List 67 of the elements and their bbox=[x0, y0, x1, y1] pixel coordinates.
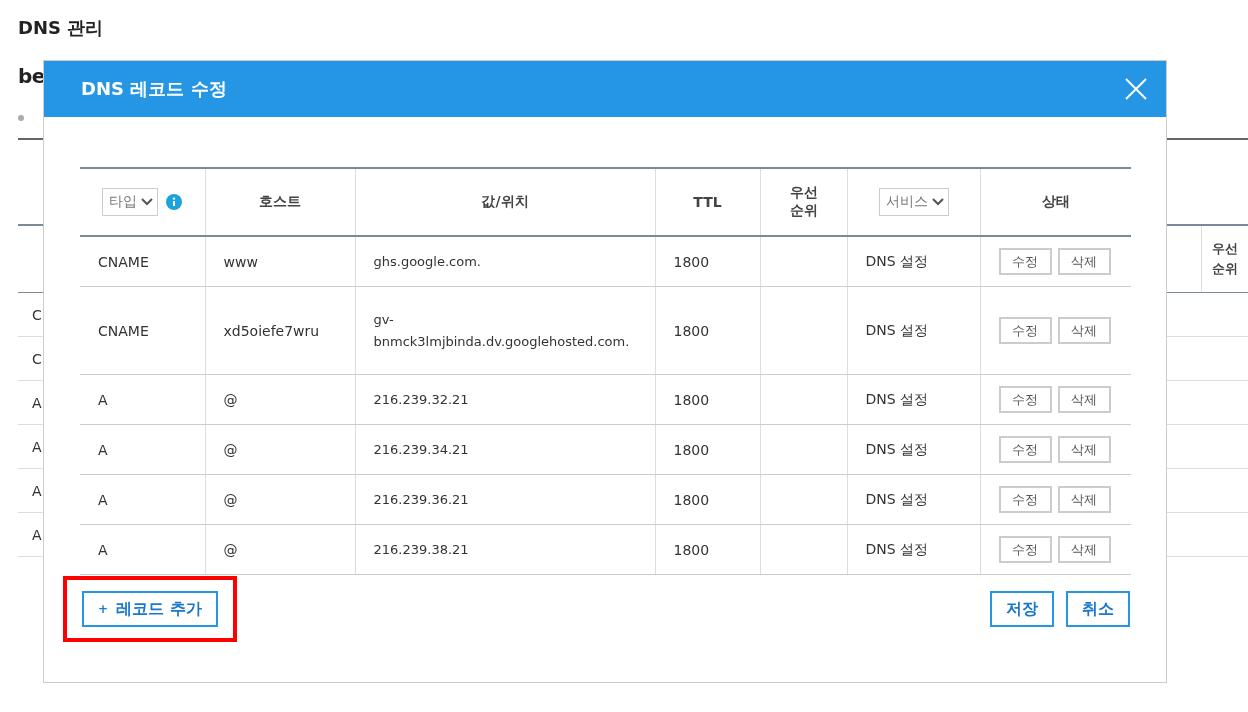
delete-button[interactable]: 삭제 bbox=[1057, 536, 1111, 563]
table-cell-text: A bbox=[31, 526, 42, 543]
cancel-button[interactable]: 취소 bbox=[1066, 591, 1130, 627]
table-cell: DNS 설정 bbox=[865, 490, 929, 507]
table-cell-text: ghs.google.com. bbox=[373, 252, 482, 271]
table-cell-text: C bbox=[31, 306, 42, 323]
page-title: DNS 관리 bbox=[18, 16, 105, 40]
table-cell: 1800 bbox=[673, 491, 710, 508]
table-cell: DNS 설정 bbox=[865, 321, 929, 338]
add-record-button[interactable]: + 레코드 추가 bbox=[82, 591, 218, 627]
filter-select[interactable]: 타입 bbox=[102, 188, 159, 216]
table-cell: 1800 bbox=[673, 391, 710, 408]
table-cell-text: C bbox=[31, 350, 42, 367]
table-cell: A bbox=[98, 441, 108, 458]
table-cell: DNS 설정 bbox=[865, 390, 929, 407]
table-cell-text: 216.239.34.21 bbox=[373, 440, 470, 459]
edit-button[interactable]: 수정 bbox=[998, 248, 1052, 275]
column-header: 우선 순위 bbox=[1201, 226, 1248, 292]
delete-button[interactable]: 삭제 bbox=[1057, 486, 1111, 513]
table-cell: 1800 bbox=[673, 253, 710, 270]
bullet-icon bbox=[18, 115, 24, 121]
table-cell: 1800 bbox=[673, 441, 710, 458]
table-cell: DNS 설정 bbox=[865, 540, 929, 557]
table-cell: @ bbox=[223, 541, 238, 558]
column-header: 우선 순위 bbox=[788, 184, 819, 220]
edit-button[interactable]: 수정 bbox=[998, 317, 1052, 344]
chevron-down-icon bbox=[931, 198, 944, 206]
table-cell: CNAME bbox=[98, 253, 149, 270]
table-cell: A bbox=[98, 541, 108, 558]
delete-button[interactable]: 삭제 bbox=[1057, 317, 1111, 344]
table-cell: A bbox=[98, 491, 108, 508]
column-header: 호스트 bbox=[259, 193, 301, 211]
table-cell: www bbox=[223, 253, 258, 270]
table-cell: @ bbox=[223, 391, 238, 408]
table-cell: A bbox=[98, 391, 108, 408]
table-cell: DNS 설정 bbox=[865, 440, 929, 457]
filter-select[interactable]: 서비스 bbox=[878, 188, 949, 216]
edit-button[interactable]: 수정 bbox=[998, 536, 1052, 563]
chevron-down-icon bbox=[141, 198, 154, 206]
table-cell-text: gv-bnmck3lmjbinda.dv.googlehosted.com. bbox=[373, 310, 631, 351]
edit-button[interactable]: 수정 bbox=[998, 436, 1052, 463]
info-icon[interactable] bbox=[166, 194, 183, 210]
table-cell-text: 216.239.38.21 bbox=[373, 540, 470, 559]
edit-button[interactable]: 수정 bbox=[998, 386, 1052, 413]
table-cell: CNAME bbox=[98, 322, 149, 339]
table-cell: DNS 설정 bbox=[865, 252, 929, 269]
column-header: 값/위치 bbox=[481, 193, 529, 211]
table-cell-text: A bbox=[31, 394, 42, 411]
edit-button[interactable]: 수정 bbox=[998, 486, 1052, 513]
table-cell: 1800 bbox=[673, 541, 710, 558]
close-icon[interactable] bbox=[1124, 77, 1148, 101]
save-button[interactable]: 저장 bbox=[990, 591, 1054, 627]
delete-button[interactable]: 삭제 bbox=[1057, 436, 1111, 463]
domain-heading: be bbox=[18, 64, 45, 90]
delete-button[interactable]: 삭제 bbox=[1057, 386, 1111, 413]
table-cell-text: 216.239.32.21 bbox=[373, 390, 470, 409]
table-cell: xd5oiefe7wru bbox=[223, 322, 320, 339]
table-cell-text: A bbox=[31, 438, 42, 455]
column-header: TTL bbox=[693, 194, 722, 210]
delete-button[interactable]: 삭제 bbox=[1057, 248, 1111, 275]
table-cell: @ bbox=[223, 441, 238, 458]
table-cell: 1800 bbox=[673, 322, 710, 339]
column-header: 상태 bbox=[1041, 193, 1070, 211]
table-cell-text: 216.239.36.21 bbox=[373, 490, 470, 509]
table-cell: @ bbox=[223, 491, 238, 508]
table-cell-text: A bbox=[31, 482, 42, 499]
dialog-title: DNS 레코드 수정 bbox=[81, 77, 227, 101]
